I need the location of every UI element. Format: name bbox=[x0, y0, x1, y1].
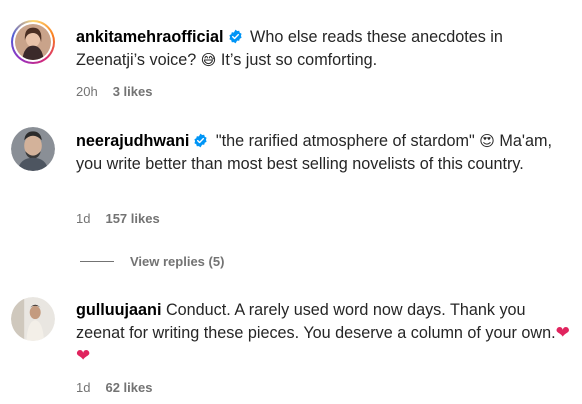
sweat-smile-emoji: 😅 bbox=[200, 51, 217, 69]
verified-badge-icon bbox=[193, 133, 208, 148]
comment-meta: 20h 3 likes bbox=[76, 84, 152, 100]
comments-panel: ankitamehraofficial Who else reads these… bbox=[0, 0, 582, 404]
comment-text-after: It’s just so comforting. bbox=[220, 51, 378, 69]
comment-body: ankitamehraofficial Who else reads these… bbox=[76, 26, 576, 72]
comment-likes[interactable]: 62 likes bbox=[105, 380, 152, 396]
comment-body: neerajudhwani "the rarified atmosphere o… bbox=[76, 130, 576, 176]
comment-meta: 1d 157 likes bbox=[76, 211, 160, 227]
avatar[interactable] bbox=[11, 297, 55, 341]
comment-username[interactable]: neerajudhwani bbox=[76, 132, 189, 150]
comment-likes[interactable]: 3 likes bbox=[113, 84, 153, 100]
comment-likes[interactable]: 157 likes bbox=[105, 211, 159, 227]
verified-badge-icon bbox=[228, 29, 243, 44]
avatar[interactable] bbox=[11, 127, 55, 171]
comment-username[interactable]: gulluujaani bbox=[76, 301, 161, 319]
view-replies-label: View replies (5) bbox=[130, 254, 225, 269]
comment-time: 1d bbox=[76, 380, 91, 395]
comment-time: 20h bbox=[76, 84, 98, 99]
avatar-photo bbox=[11, 297, 55, 341]
avatar-photo bbox=[11, 127, 55, 171]
comment-time: 1d bbox=[76, 211, 91, 226]
avatar[interactable] bbox=[11, 20, 55, 64]
view-replies-button[interactable]: View replies (5) bbox=[80, 254, 224, 269]
heart-eyes-emoji: 😍 bbox=[479, 132, 495, 150]
comment-body: gulluujaani Conduct. A rarely used word … bbox=[76, 299, 576, 368]
divider-line bbox=[80, 261, 114, 262]
comment-text: "the rarified atmosphere of stardom" bbox=[215, 132, 475, 150]
comment-username[interactable]: ankitamehraofficial bbox=[76, 28, 224, 46]
avatar-photo bbox=[15, 24, 51, 60]
comment-meta: 1d 62 likes bbox=[76, 380, 152, 396]
